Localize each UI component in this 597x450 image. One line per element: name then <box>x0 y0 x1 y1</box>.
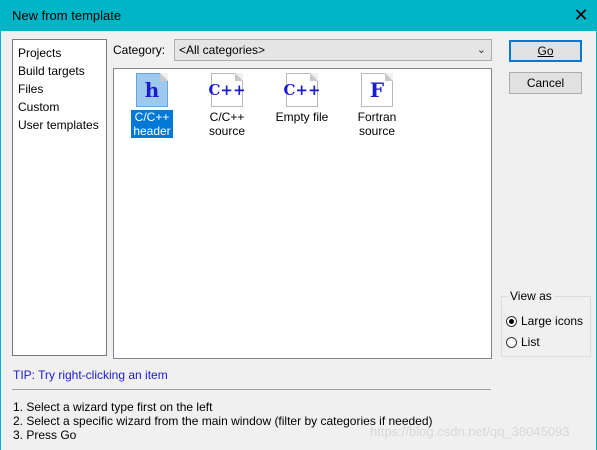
list-item-files[interactable]: Files <box>18 80 106 98</box>
template-label: Fortran source <box>357 110 397 138</box>
radio-unchecked-icon <box>506 336 517 348</box>
title-bar: New from template ✕ <box>0 0 597 31</box>
cpp-source-icon: C++ <box>208 73 246 107</box>
view-as-legend: View as <box>508 289 554 303</box>
list-item-build-targets[interactable]: Build targets <box>18 62 106 80</box>
category-dropdown[interactable]: <All categories> ⌄ <box>174 39 492 61</box>
close-icon[interactable]: ✕ <box>569 3 593 27</box>
instruction-line: 1. Select a wizard type first on the lef… <box>13 400 213 414</box>
window-frame-left <box>0 31 1 450</box>
window-title: New from template <box>12 8 122 23</box>
wizard-type-list[interactable]: Projects Build targets Files Custom User… <box>12 39 107 356</box>
list-item-custom[interactable]: Custom <box>18 98 106 116</box>
radio-checked-icon <box>506 315 517 327</box>
template-fortran-source[interactable]: F Fortran source <box>344 73 410 138</box>
go-button[interactable]: Go <box>509 40 582 62</box>
template-label: C/C++ source <box>208 110 246 138</box>
template-label: Empty file <box>275 110 329 124</box>
category-value: <All categories> <box>179 43 266 57</box>
list-item-user-templates[interactable]: User templates <box>18 116 106 134</box>
empty-file-icon: C++ <box>283 73 321 107</box>
header-file-icon: h <box>136 73 168 107</box>
template-cpp-header[interactable]: h C/C++ header <box>119 73 185 139</box>
cancel-button[interactable]: Cancel <box>509 72 582 94</box>
template-empty-file[interactable]: C++ Empty file <box>269 73 335 124</box>
tip-text: TIP: Try right-clicking an item <box>13 368 168 382</box>
list-item-projects[interactable]: Projects <box>18 44 106 62</box>
radio-list[interactable]: List <box>506 335 540 349</box>
template-icon-pane[interactable]: h C/C++ header C++ C/C++ source C++ Empty … <box>113 68 492 359</box>
radio-large-icons[interactable]: Large icons <box>506 314 583 328</box>
category-label: Category: <box>113 43 166 57</box>
view-as-group: View as Large icons List <box>501 289 591 357</box>
template-label: C/C++ header <box>130 109 174 139</box>
watermark: https://blog.csdn.net/qq_38045093 <box>370 424 570 439</box>
chevron-down-icon: ⌄ <box>476 44 486 56</box>
template-cpp-source[interactable]: C++ C/C++ source <box>194 73 260 138</box>
divider <box>12 389 491 390</box>
fortran-source-icon: F <box>361 73 393 107</box>
